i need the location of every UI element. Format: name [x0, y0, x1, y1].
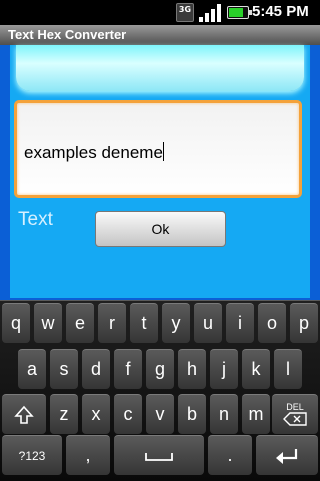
backspace-icon [283, 412, 307, 426]
app-title: Text Hex Converter [8, 27, 127, 42]
key-y[interactable]: y [162, 303, 190, 343]
key-r[interactable]: r [98, 303, 126, 343]
soft-keyboard: qwertyuiop asdfghjkl zxcvbnm DEL ?123 , … [0, 300, 320, 481]
key-m[interactable]: m [242, 394, 270, 434]
key-g[interactable]: g [146, 349, 174, 389]
symbols-key[interactable]: ?123 [2, 435, 62, 475]
3g-network-icon: 3G [176, 3, 194, 22]
status-bar: 3G 5:45 PM [0, 0, 320, 25]
key-j[interactable]: j [210, 349, 238, 389]
key-d[interactable]: d [82, 349, 110, 389]
key-u[interactable]: u [194, 303, 222, 343]
key-h[interactable]: h [178, 349, 206, 389]
key-o[interactable]: o [258, 303, 286, 343]
key-n[interactable]: n [210, 394, 238, 434]
signal-strength-icon [199, 3, 221, 22]
key-v[interactable]: v [146, 394, 174, 434]
space-key[interactable] [114, 435, 204, 475]
period-key[interactable]: . [208, 435, 252, 475]
delete-label: DEL [286, 402, 304, 412]
key-s[interactable]: s [50, 349, 78, 389]
input-value: examples deneme [24, 143, 163, 162]
title-bar: Text Hex Converter [0, 25, 320, 45]
key-k[interactable]: k [242, 349, 270, 389]
key-x[interactable]: x [82, 394, 110, 434]
shift-key[interactable] [2, 394, 46, 434]
network-label: 3G [178, 5, 192, 14]
key-p[interactable]: p [290, 303, 318, 343]
text-cursor [162, 142, 164, 161]
key-t[interactable]: t [130, 303, 158, 343]
key-a[interactable]: a [18, 349, 46, 389]
clock: 5:45 PM [252, 3, 309, 20]
delete-key[interactable]: DEL [272, 394, 318, 434]
key-b[interactable]: b [178, 394, 206, 434]
text-input-field[interactable]: examples deneme [14, 100, 302, 198]
key-f[interactable]: f [114, 349, 142, 389]
header-glow-bar [16, 45, 304, 91]
key-w[interactable]: w [34, 303, 62, 343]
ok-button[interactable]: Ok [95, 211, 226, 247]
key-i[interactable]: i [226, 303, 254, 343]
key-e[interactable]: e [66, 303, 94, 343]
space-icon [145, 452, 173, 461]
input-value-wrapper: examples deneme [24, 142, 164, 163]
comma-key[interactable]: , [66, 435, 110, 475]
battery-icon [227, 6, 252, 19]
shift-icon [14, 405, 34, 424]
output-label: Text [18, 209, 53, 230]
enter-icon [276, 448, 298, 464]
enter-key[interactable] [256, 435, 318, 475]
key-c[interactable]: c [114, 394, 142, 434]
key-q[interactable]: q [2, 303, 30, 343]
key-z[interactable]: z [50, 394, 78, 434]
key-l[interactable]: l [274, 349, 302, 389]
